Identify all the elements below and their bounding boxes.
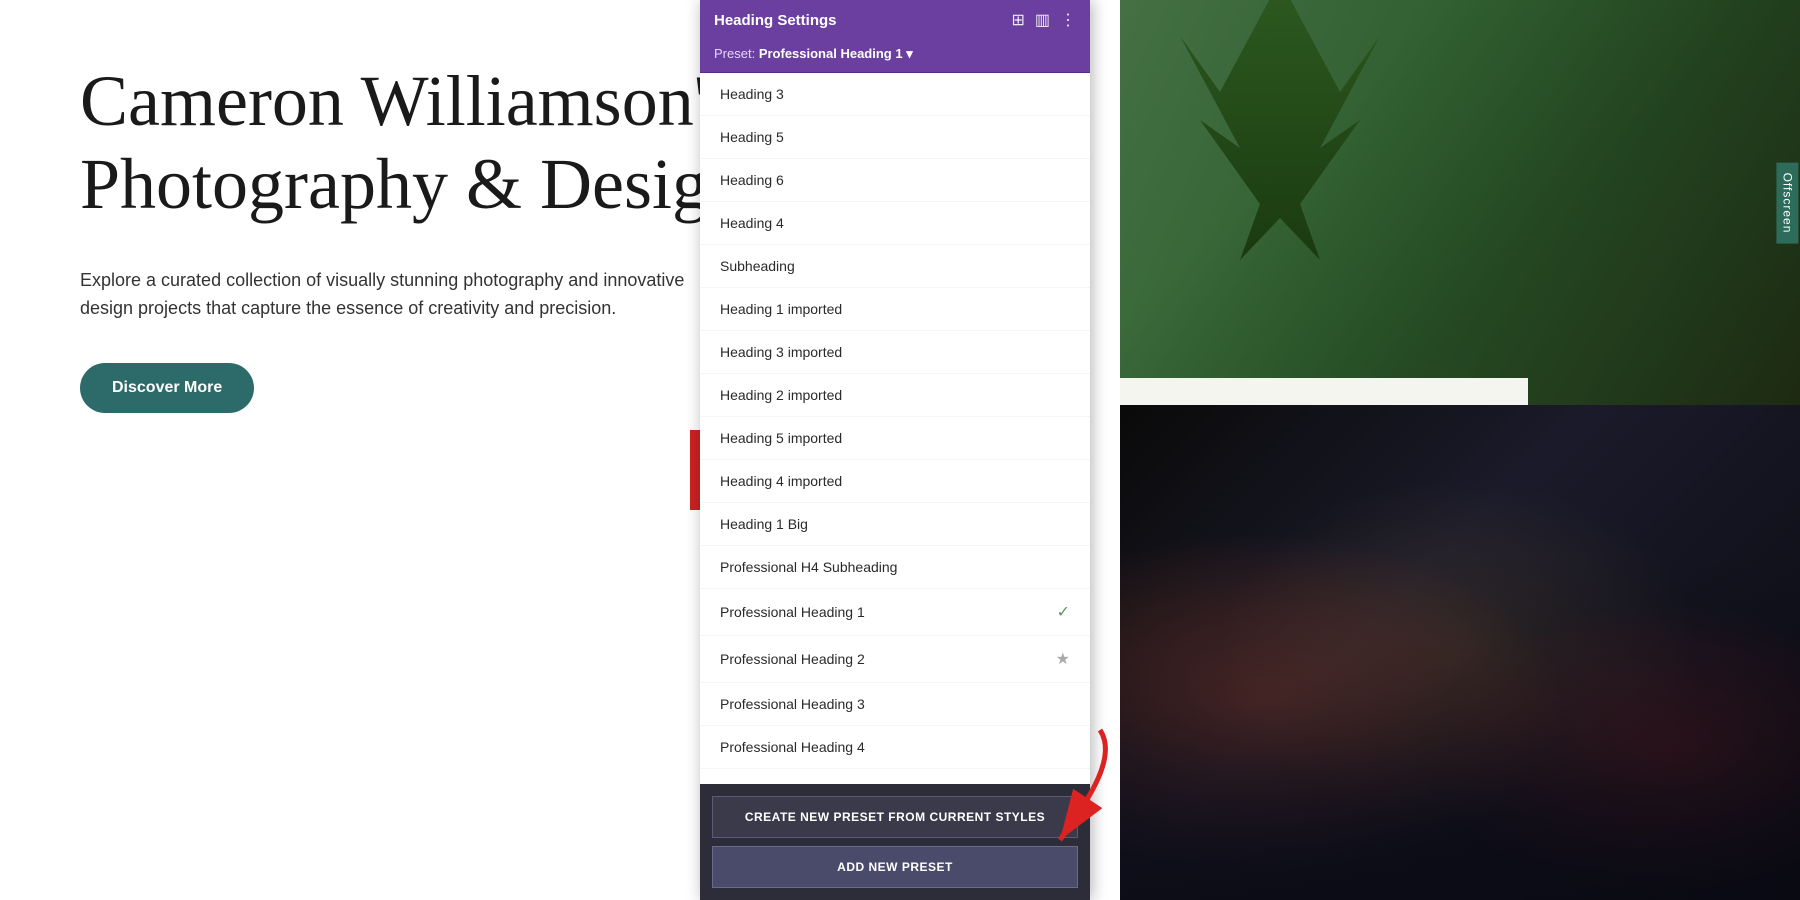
dropdown-item-label-0: Heading 3	[720, 86, 784, 102]
preset-name: Professional Heading 1 ▾	[759, 46, 913, 61]
dropdown-item-9[interactable]: Heading 4 imported	[700, 460, 1090, 503]
dropdown-item-6[interactable]: Heading 3 imported	[700, 331, 1090, 374]
dropdown-item-label-15: Professional Heading 4	[720, 739, 865, 755]
dropdown-item-5[interactable]: Heading 1 imported	[700, 288, 1090, 331]
dropdown-item-label-9: Heading 4 imported	[720, 473, 842, 489]
dropdown-item-12[interactable]: Professional Heading 1 ✓	[700, 589, 1090, 636]
preset-dropdown-list[interactable]: Heading 3 Heading 5 Heading 6 Heading 4 Subh…	[700, 73, 1090, 784]
dropdown-item-label-3: Heading 4	[720, 215, 784, 231]
dropdown-item-label-7: Heading 2 imported	[720, 387, 842, 403]
check-icon-12: ✓	[1057, 602, 1070, 622]
heading-settings-panel: Heading Settings ⊞ ▥ ⋮ Preset: Professio…	[700, 0, 1090, 900]
columns-icon[interactable]: ▥	[1035, 10, 1050, 30]
discover-button[interactable]: Discover More	[80, 363, 254, 413]
dropdown-item-0[interactable]: Heading 3	[700, 73, 1090, 116]
dropdown-item-label-13: Professional Heading 2	[720, 651, 865, 667]
dropdown-item-label-8: Heading 5 imported	[720, 430, 842, 446]
dropdown-item-4[interactable]: Subheading	[700, 245, 1090, 288]
dropdown-item-label-10: Heading 1 Big	[720, 516, 808, 532]
dropdown-item-3[interactable]: Heading 4	[700, 202, 1090, 245]
buildings	[1120, 554, 1800, 900]
star-icon-13: ★	[1056, 649, 1070, 669]
dropdown-item-15[interactable]: Professional Heading 4	[700, 726, 1090, 769]
dropdown-item-16[interactable]: Professional Heading 5	[700, 769, 1090, 784]
panel-footer: CREATE NEW PRESET FROM CURRENT STYLES AD…	[700, 784, 1090, 900]
dropdown-item-label-2: Heading 6	[720, 172, 784, 188]
dropdown-item-label-11: Professional H4 Subheading	[720, 559, 897, 575]
dropdown-item-label-6: Heading 3 imported	[720, 344, 842, 360]
dropdown-item-11[interactable]: Professional H4 Subheading	[700, 546, 1090, 589]
dropdown-item-7[interactable]: Heading 2 imported	[700, 374, 1090, 417]
website-description: Explore a curated collection of visually…	[80, 266, 700, 324]
preset-bar[interactable]: Preset: Professional Heading 1 ▾	[700, 40, 1090, 73]
more-icon[interactable]: ⋮	[1060, 10, 1076, 30]
offscreen-label: Offscreen	[1777, 162, 1799, 243]
photo-bottom	[1120, 405, 1800, 900]
dropdown-item-8[interactable]: Heading 5 imported	[700, 417, 1090, 460]
right-photo-panel: Offscreen ELDOTEL	[1120, 0, 1800, 900]
dropdown-item-label-5: Heading 1 imported	[720, 301, 842, 317]
photo-top: Offscreen	[1120, 0, 1800, 405]
dropdown-item-label-1: Heading 5	[720, 129, 784, 145]
dropdown-item-label-4: Subheading	[720, 258, 795, 274]
panel-header: Heading Settings ⊞ ▥ ⋮	[700, 0, 1090, 40]
dropdown-item-label-14: Professional Heading 3	[720, 696, 865, 712]
panel-title: Heading Settings	[714, 12, 837, 29]
add-preset-button[interactable]: ADD NEW PRESET	[712, 846, 1078, 888]
photo-overlay	[1120, 0, 1800, 405]
dropdown-item-label-12: Professional Heading 1	[720, 604, 865, 620]
dropdown-item-1[interactable]: Heading 5	[700, 116, 1090, 159]
preset-prefix: Preset:	[714, 46, 755, 61]
dropdown-item-2[interactable]: Heading 6	[700, 159, 1090, 202]
panel-header-icons: ⊞ ▥ ⋮	[1011, 10, 1076, 30]
create-preset-button[interactable]: CREATE NEW PRESET FROM CURRENT STYLES	[712, 796, 1078, 838]
expand-icon[interactable]: ⊞	[1011, 10, 1024, 30]
dropdown-item-14[interactable]: Professional Heading 3	[700, 683, 1090, 726]
dropdown-item-10[interactable]: Heading 1 Big	[700, 503, 1090, 546]
dropdown-item-label-16: Professional Heading 5	[720, 782, 865, 784]
dropdown-item-13[interactable]: Professional Heading 2 ★	[700, 636, 1090, 683]
